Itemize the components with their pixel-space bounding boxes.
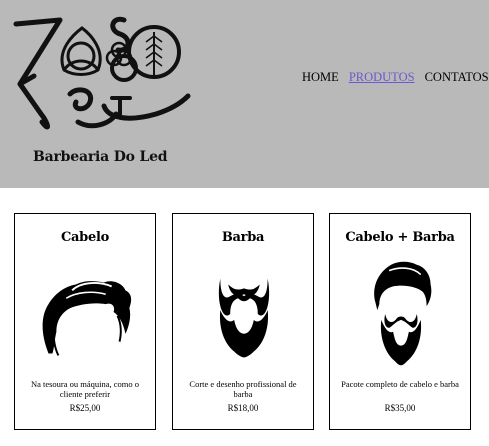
hair-icon — [42, 281, 132, 356]
product-price: R$18,00 — [227, 403, 259, 413]
product-card-cabelo[interactable]: Cabelo Na tesoura ou máquina, como o cli… — [14, 213, 156, 430]
nav-produtos-link[interactable]: PRODUTOS — [349, 70, 415, 85]
product-card-cabelo-barba[interactable]: Cabelo + Barba Pacote completo de cabelo… — [329, 213, 471, 430]
product-description: Pacote completo de cabelo e barba — [341, 379, 459, 389]
hair-and-beard-icon — [374, 261, 432, 366]
product-description: Na tesoura ou máquina, como o cliente pr… — [30, 379, 140, 399]
product-description: Corte e desenho profissional de barba — [189, 379, 297, 399]
beard-icon — [218, 278, 270, 358]
product-title: Cabelo + Barba — [345, 230, 455, 245]
product-price: R$25,00 — [69, 403, 101, 413]
brand-name: Barbearia Do Led — [33, 149, 168, 165]
product-price: R$35,00 — [384, 403, 416, 413]
site-header: Barbearia Do Led HOME PRODUTOS CONTATOS — [0, 0, 489, 188]
product-card-barba[interactable]: Barba Corte e desenho profissional de ba… — [172, 213, 314, 430]
nav-home-link[interactable]: HOME — [302, 70, 339, 85]
nav-contatos-link[interactable]: CONTATOS — [425, 70, 489, 85]
main-nav: HOME PRODUTOS CONTATOS — [302, 70, 489, 85]
zoso-logo[interactable] — [8, 6, 192, 138]
product-title: Cabelo — [61, 230, 109, 245]
product-title: Barba — [221, 230, 265, 245]
